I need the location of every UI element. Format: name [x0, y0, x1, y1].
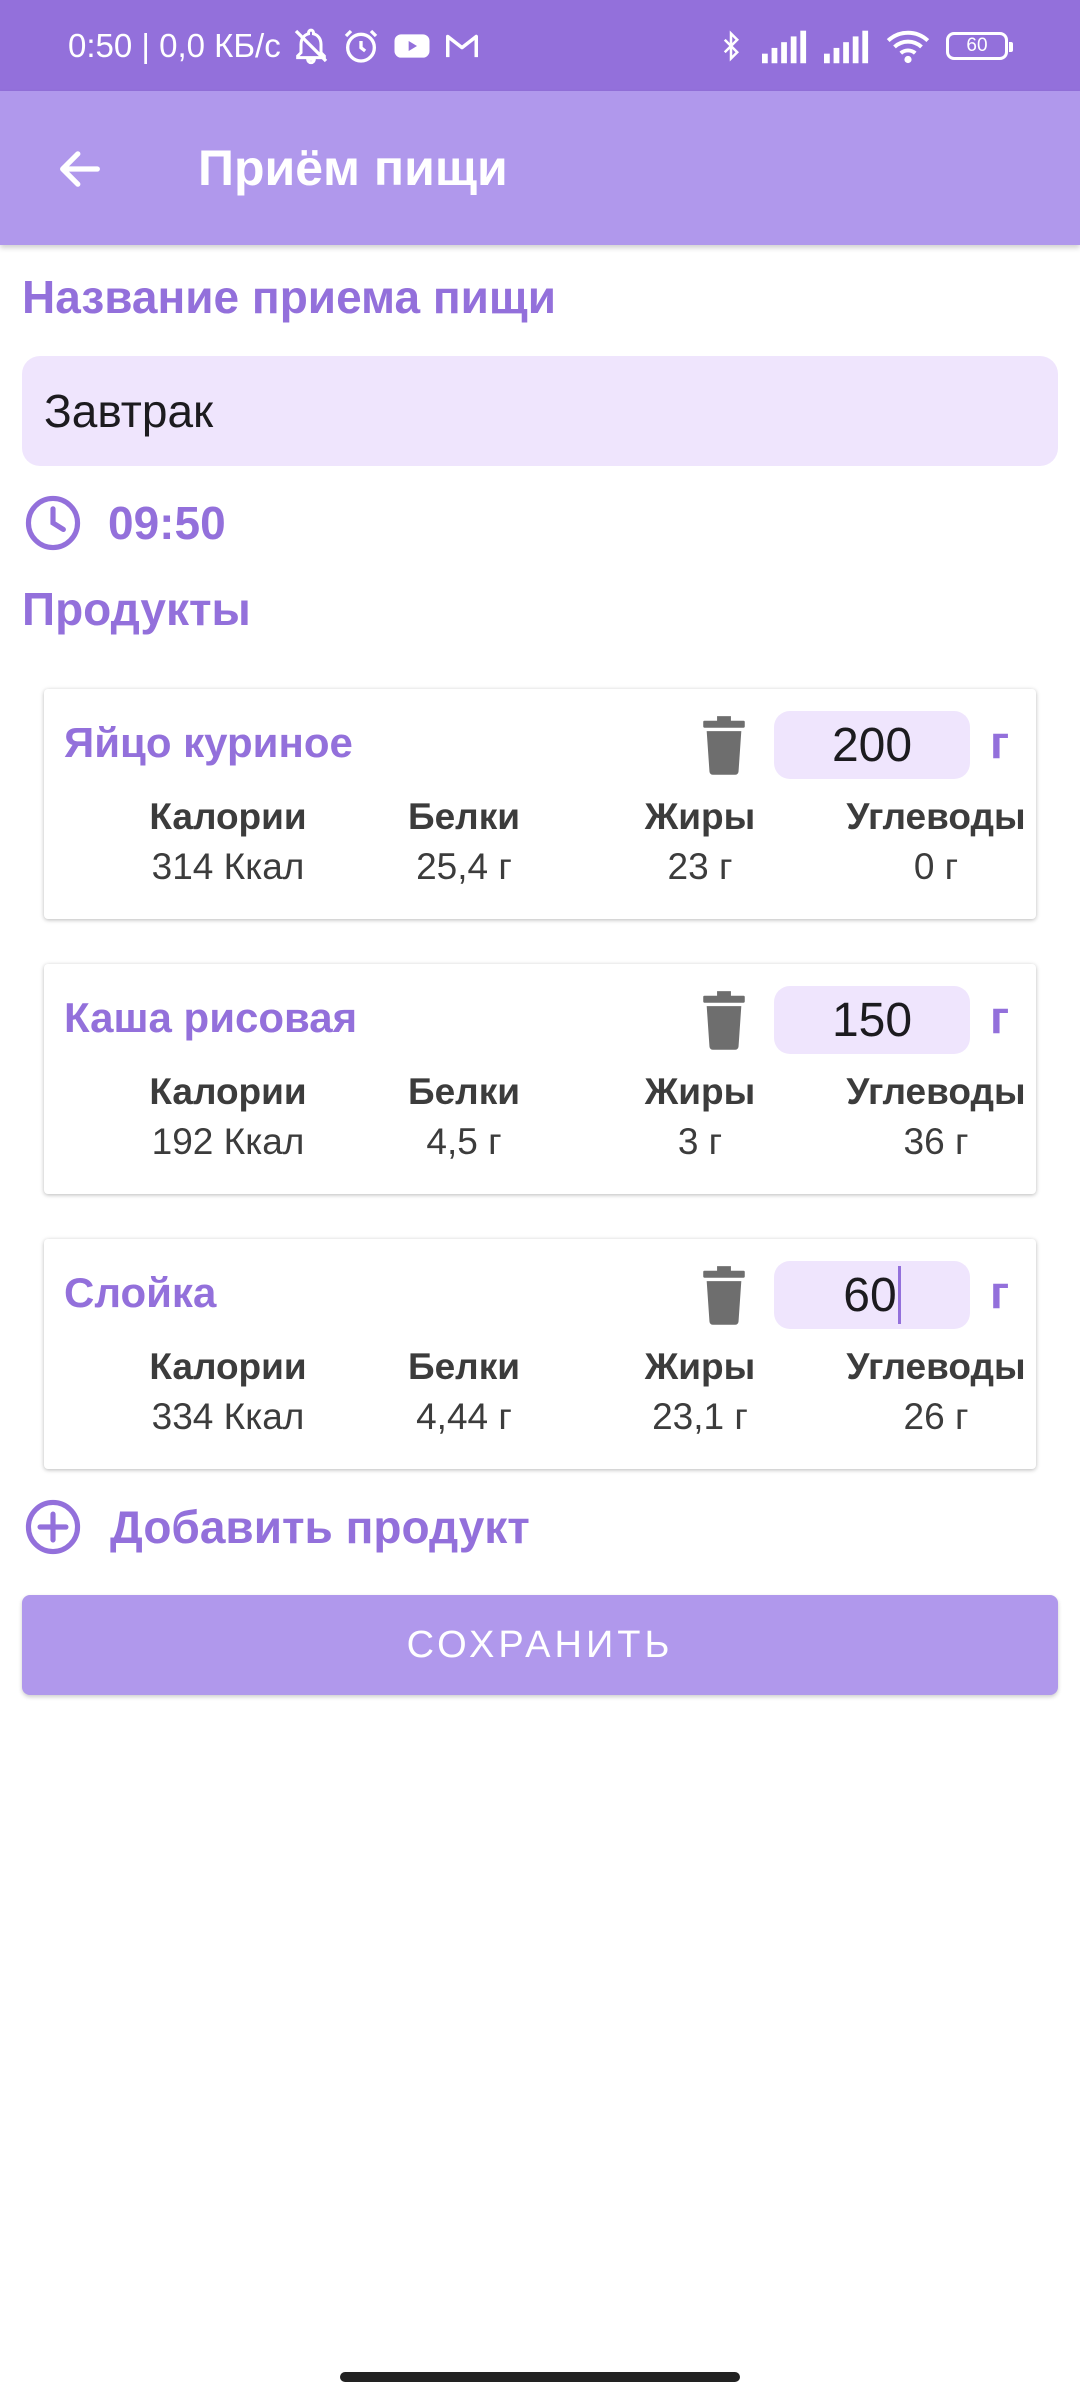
- nutrient-value: 4,5 г: [426, 1121, 502, 1162]
- back-button[interactable]: [40, 129, 120, 209]
- status-right: 60: [716, 0, 1013, 91]
- nutrient-label: Жиры: [644, 1346, 756, 1387]
- weight-unit: г: [990, 716, 1010, 768]
- weight-value: 200: [831, 718, 913, 772]
- clock-icon: [25, 495, 81, 551]
- nutrient-fats: Жиры 23 г: [582, 793, 818, 893]
- bluetooth-icon: [723, 29, 740, 62]
- nutrient-label: Жиры: [644, 1071, 756, 1112]
- meal-name-input[interactable]: Завтрак: [22, 356, 1058, 466]
- home-indicator[interactable]: [340, 2372, 740, 2382]
- nutrient-value: 4,44 г: [416, 1396, 512, 1437]
- battery-icon: 60: [946, 31, 1013, 60]
- product-card: Каша рисовая 150 г Калории 192 Ккал Белк…: [44, 964, 1036, 1194]
- nutrient-value: 314 Ккал: [151, 846, 305, 887]
- signal-icon: [762, 30, 807, 63]
- nutrient-label: Жиры: [644, 796, 756, 837]
- nutrient-calories: Калории 192 Ккал: [110, 1068, 346, 1168]
- nutrient-value: 3 г: [677, 1121, 723, 1162]
- weight-input[interactable]: 150: [774, 986, 970, 1054]
- meal-name-value: Завтрак: [44, 385, 214, 437]
- save-label: СОХРАНИТЬ: [406, 1623, 674, 1666]
- add-product-button[interactable]: Добавить продукт: [22, 1494, 530, 1560]
- nutrient-label: Белки: [408, 1346, 520, 1387]
- weight-input[interactable]: 200: [774, 711, 970, 779]
- nutrient-row: Калории 314 Ккал Белки 25,4 г Жиры 23 г …: [44, 793, 1036, 903]
- status-time-speed: 0:50 | 0,0 КБ/с: [68, 26, 281, 64]
- nutrient-value: 23,1 г: [652, 1396, 748, 1437]
- wifi-icon: [886, 30, 930, 63]
- nutrient-fats: Жиры 23,1 г: [582, 1343, 818, 1443]
- products-label: Продукты: [22, 583, 251, 635]
- delete-product-button[interactable]: [696, 715, 752, 775]
- app-bar: Приём пищи: [0, 91, 1080, 245]
- battery-level: 60: [966, 34, 988, 56]
- nutrient-value: 23 г: [667, 846, 733, 887]
- trash-icon: [703, 716, 745, 775]
- save-button[interactable]: СОХРАНИТЬ: [22, 1595, 1058, 1695]
- nutrient-fats: Жиры 3 г: [582, 1068, 818, 1168]
- nutrient-label: Белки: [408, 796, 520, 837]
- text-cursor: [897, 1266, 901, 1324]
- nutrient-calories: Калории 314 Ккал: [110, 793, 346, 893]
- nutrient-carbs: Углеводы 36 г: [818, 1068, 1054, 1168]
- status-left: 0:50 | 0,0 КБ/с: [68, 0, 481, 91]
- meal-name-label: Название приема пищи: [22, 271, 556, 323]
- alarm-icon: [344, 29, 377, 63]
- nutrient-carbs: Углеводы 26 г: [818, 1343, 1054, 1443]
- nutrient-value: 36 г: [903, 1121, 969, 1162]
- product-card: Слойка 60 г Калории 334 Ккал Белки 4,44 …: [44, 1239, 1036, 1469]
- nutrient-proteins: Белки 4,44 г: [346, 1343, 582, 1443]
- nutrient-calories: Калории 334 Ккал: [110, 1343, 346, 1443]
- product-name: Каша рисовая: [64, 994, 358, 1041]
- nutrient-label: Углеводы: [846, 1346, 1026, 1387]
- weight-value: 150: [831, 993, 913, 1047]
- nutrient-label: Калории: [149, 796, 307, 837]
- weight-unit: г: [990, 991, 1010, 1043]
- page-title: Приём пищи: [198, 140, 508, 196]
- status-bar: 0:50 | 0,0 КБ/с 60: [0, 0, 1080, 91]
- add-circle-icon: [25, 1499, 81, 1555]
- nutrient-label: Углеводы: [846, 1071, 1026, 1112]
- delete-product-button[interactable]: [696, 990, 752, 1050]
- product-card: Яйцо куриное 200 г Калории 314 Ккал Белк…: [44, 689, 1036, 919]
- nutrient-row: Калории 334 Ккал Белки 4,44 г Жиры 23,1 …: [44, 1343, 1036, 1453]
- add-product-label: Добавить продукт: [110, 1501, 530, 1553]
- trash-icon: [703, 991, 745, 1050]
- nutrient-value: 334 Ккал: [151, 1396, 305, 1437]
- trash-icon: [703, 1266, 745, 1325]
- time-picker[interactable]: 09:50: [22, 490, 226, 556]
- nutrient-label: Углеводы: [846, 796, 1026, 837]
- nutrient-value: 25,4 г: [416, 846, 512, 887]
- nutrient-label: Калории: [149, 1071, 307, 1112]
- nutrient-label: Калории: [149, 1346, 307, 1387]
- nutrient-row: Калории 192 Ккал Белки 4,5 г Жиры 3 г Уг…: [44, 1068, 1036, 1178]
- bell-off-icon: [294, 28, 327, 64]
- product-name: Слойка: [64, 1269, 217, 1316]
- nutrient-carbs: Углеводы 0 г: [818, 793, 1054, 893]
- nutrient-proteins: Белки 4,5 г: [346, 1068, 582, 1168]
- nutrient-label: Белки: [408, 1071, 520, 1112]
- delete-product-button[interactable]: [696, 1265, 752, 1325]
- nutrient-proteins: Белки 25,4 г: [346, 793, 582, 893]
- gmail-icon: [445, 34, 478, 57]
- arrow-back-icon: [60, 151, 100, 187]
- product-name: Яйцо куриное: [64, 719, 353, 766]
- signal-icon: [824, 30, 869, 63]
- weight-input[interactable]: 60: [774, 1261, 970, 1329]
- nutrient-value: 26 г: [903, 1396, 969, 1437]
- nutrient-value: 0 г: [913, 846, 959, 887]
- weight-unit: г: [990, 1266, 1010, 1318]
- weight-value: 60: [843, 1268, 897, 1322]
- nutrient-value: 192 Ккал: [151, 1121, 305, 1162]
- meal-time: 09:50: [108, 497, 226, 549]
- youtube-icon: [394, 33, 430, 58]
